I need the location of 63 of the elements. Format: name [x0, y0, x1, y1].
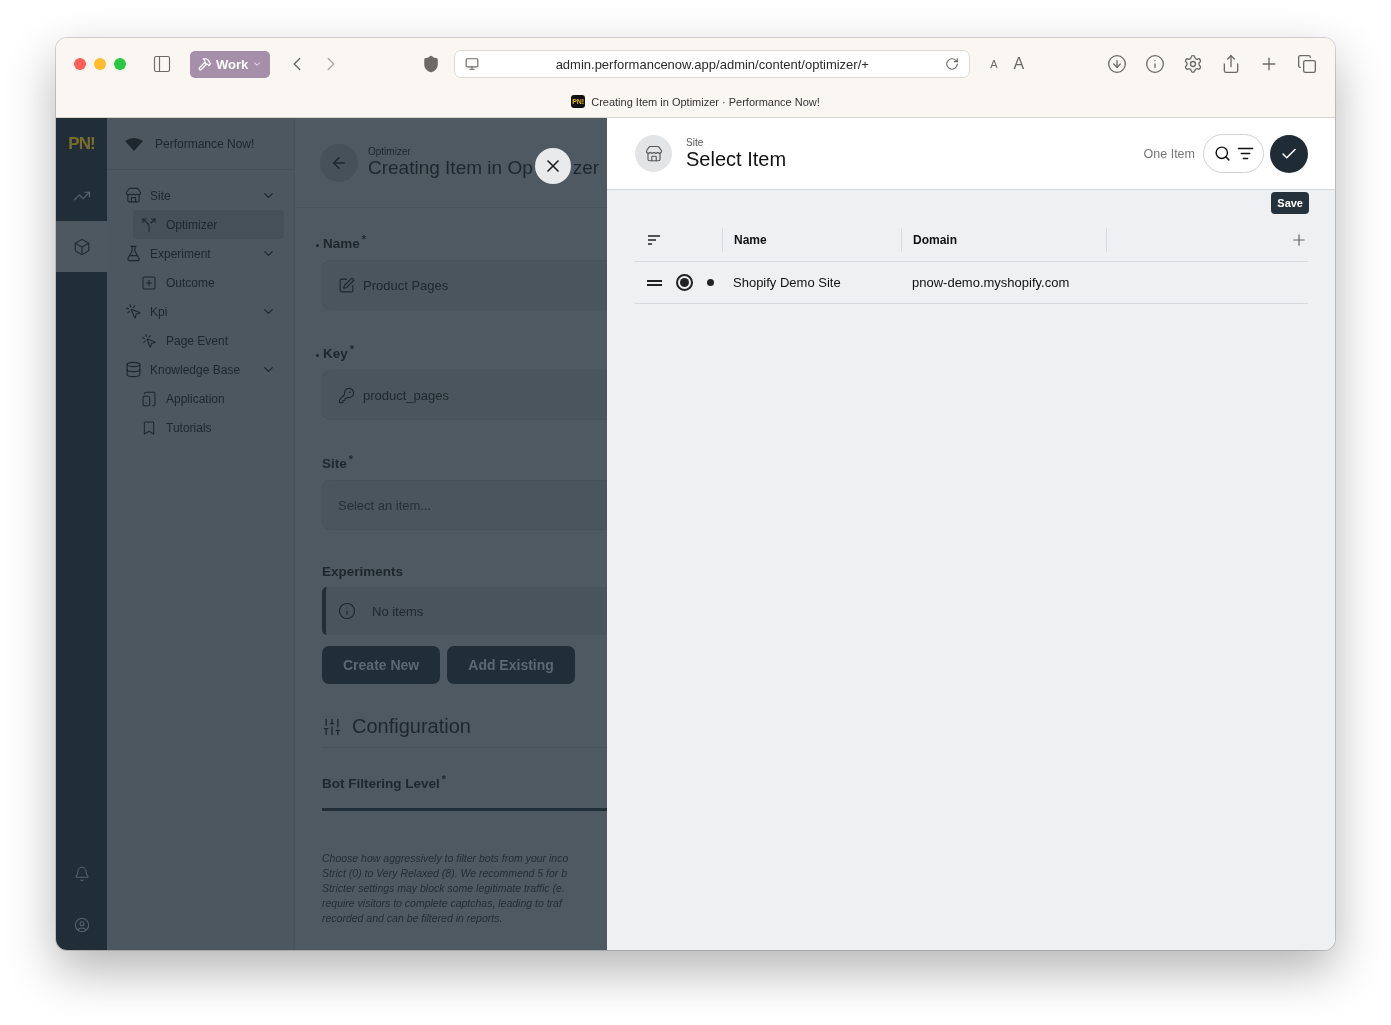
key-icon: [338, 386, 355, 404]
user-icon: [73, 916, 90, 933]
drag-handle-icon[interactable]: [647, 279, 662, 286]
pointer-icon: [141, 332, 157, 349]
panel-title: Select Item: [686, 147, 787, 171]
url-text: admin.performancenow.app/admin/content/optimizer/+: [554, 56, 870, 72]
search-icon: [1213, 145, 1231, 162]
action-button[interactable]: Create New: [322, 646, 441, 684]
chevron-icon: [252, 59, 263, 69]
wifi-icon: [125, 136, 143, 151]
required-mark: *: [348, 453, 354, 465]
tablet-icon: [141, 390, 157, 407]
required-mark: *: [441, 773, 447, 785]
status-dot: [707, 279, 714, 286]
close-button[interactable]: [534, 148, 571, 184]
hammer-icon: [198, 57, 212, 71]
split-icon: [141, 216, 157, 233]
required-mark: *: [349, 343, 355, 355]
slider-track[interactable]: [322, 808, 607, 811]
share-icon: [1221, 54, 1241, 74]
save-button[interactable]: [1270, 134, 1308, 173]
tab-title: Creating Item in Optimizer · Performance Now!: [591, 95, 820, 108]
search-filter-button[interactable]: [1203, 134, 1264, 173]
store-icon: [635, 135, 672, 172]
modified-dot: [316, 244, 319, 247]
cube-icon: [72, 237, 91, 256]
download-icon: [1107, 54, 1127, 74]
bell-icon: [73, 865, 90, 882]
radio-button[interactable]: [676, 274, 693, 291]
table-cell-text: pnow-demo.myshopify.com: [911, 275, 1071, 290]
shield-icon[interactable]: [422, 55, 441, 73]
column-header[interactable]: Domain: [901, 227, 1106, 252]
selection-count: One Item: [1143, 146, 1195, 161]
site-icon: [465, 57, 480, 71]
modified-dot: [316, 354, 319, 357]
info-icon: [338, 602, 356, 620]
reload-icon[interactable]: [945, 57, 960, 71]
flask-icon: [125, 245, 142, 262]
plus-square-icon: [141, 274, 157, 291]
smaller-text-button[interactable]: A: [990, 58, 998, 70]
action-button[interactable]: Add Existing: [447, 646, 575, 684]
larger-text-button[interactable]: A: [1013, 55, 1025, 73]
table-cell-text: Shopify Demo Site: [732, 275, 842, 290]
tabs-overview-icon: [1297, 54, 1317, 74]
tooltip: Save: [1271, 192, 1309, 214]
breadcrumb: Site: [686, 136, 705, 148]
database-icon: [125, 361, 142, 378]
info-icon: [1145, 54, 1165, 74]
logo: PN!: [67, 133, 96, 155]
settings-icon: [1183, 54, 1203, 74]
edit-icon: [338, 276, 355, 294]
required-mark: *: [361, 233, 367, 245]
sidebar-toggle-icon[interactable]: [152, 54, 172, 74]
tab-group-button[interactable]: Work: [190, 50, 271, 78]
bookmark-icon: [141, 419, 157, 436]
sort-icon[interactable]: [647, 234, 661, 245]
filter-icon: [1236, 145, 1254, 162]
pointer-icon: [125, 303, 142, 320]
close-window-button[interactable]: [74, 58, 86, 70]
sliders-icon: [322, 716, 342, 737]
address-bar[interactable]: admin.performancenow.app/admin/content/optimizer/+: [454, 50, 971, 78]
column-header[interactable]: Name: [722, 227, 901, 252]
store-icon: [125, 187, 142, 204]
